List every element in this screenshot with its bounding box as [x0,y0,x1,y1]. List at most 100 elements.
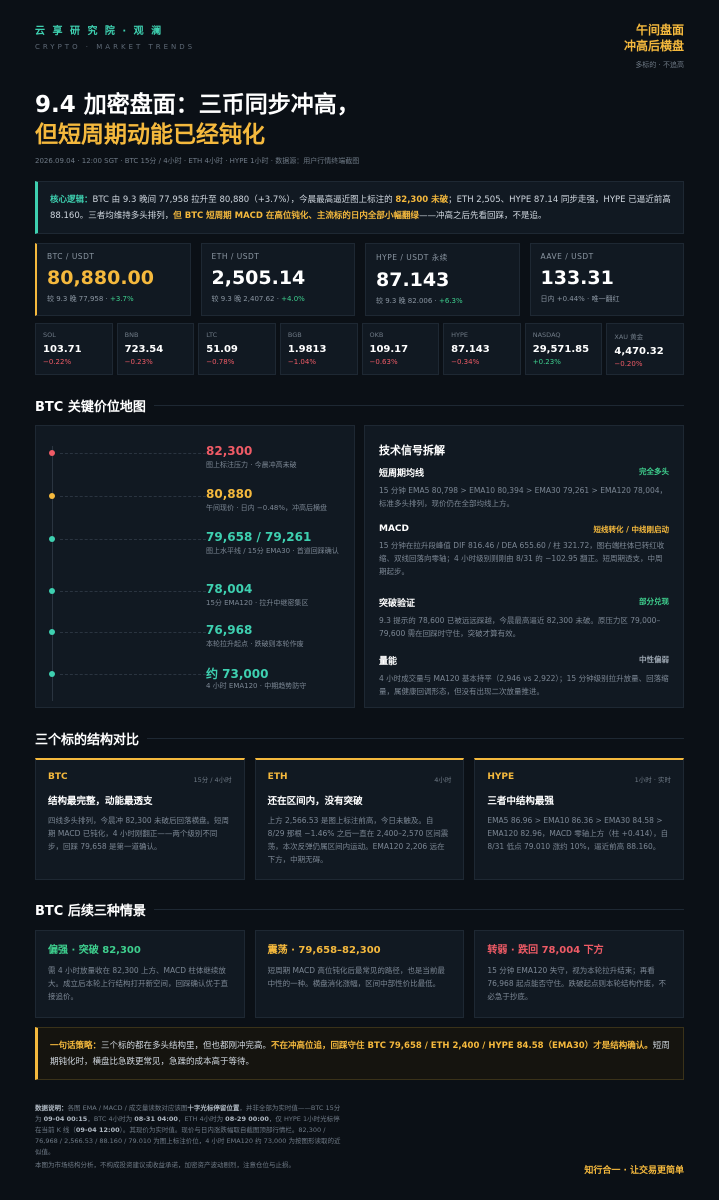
footer-slogan: 知行合一 · 让交易更简单 [584,1166,684,1176]
price-ref: 较 9.3 晚 82.006 · [376,297,439,305]
price-level-map: 82,300 图上标注压力 · 今晨冲高未破 80,880 午间现价 · 日内 … [35,425,355,708]
ticker-card-hype[interactable]: HYPE 87.143 −0.34% [443,323,521,375]
ticker-change: −1.04% [287,358,316,366]
level-dash [60,632,206,633]
price-change: 较 9.3 晚 2,407.62 · +4.0% [212,294,345,304]
ticker-card-xau[interactable]: XAU 黄金 4,470.32 −0.20% [606,323,684,375]
price-value: 87.143 [376,269,450,291]
level-dot [49,493,55,499]
market-ticker-cards: SOL 103.71 −0.22% BNB 723.54 −0.23% LTC 51.09… [35,323,684,375]
section-header-price-map: BTC 关键价位地图 [35,396,684,416]
technical-signals-panel: 技术信号拆解 短周期均线 完全多头 15 分钟 EMA5 80,798 > EM… [364,425,684,708]
strategy-highlight: 不在冲高位追，回踩守住 BTC 79,658 / ETH 2,400 / HYP… [271,1041,653,1051]
signal-name: 突破验证 [379,599,416,609]
core-logic-highlight2: 但 BTC 短周期 MACD 在高位钝化、主流标的日内全部小幅翻绿 [173,211,419,221]
data-note-text: ，ETH 4小时为 [177,1115,226,1123]
scenario-title: 震荡 · 79,658–82,300 [267,945,381,956]
scenario-bullish: 偏强 · 突破 82,300 需 4 小时放量收在 82,300 上方、MACD… [35,930,245,1018]
ticker-name: HYPE [451,331,469,339]
core-logic-box: 核心逻辑：BTC 由 9.3 晚间 77,958 拉升至 80,880（+3.7… [35,181,684,234]
ticker-card-ltc[interactable]: LTC 51.09 −0.78% [198,323,276,375]
strategy-box: 一句话策略：三个标的都在多头结构里，但也都刚冲完高。不在冲高位追，回踩守住 BT… [35,1027,684,1080]
brand-name: 云 享 研 究 院 · 观 澜 [35,26,164,37]
data-note: 数据说明：各图 EMA / MACD / 成交量读数对应该图十字光标停留位置，并… [35,1103,345,1171]
ticker-card-sol[interactable]: SOL 103.71 −0.22% [35,323,113,375]
signal-tag: 中性偏弱 [639,655,669,664]
signal-name: 量能 [379,657,398,667]
ticker-change: −0.23% [124,358,153,366]
compare-body: 四线多头排列，今晨冲 82,300 未破后回落横盘。短周期 MACD 已钝化，4… [48,816,230,851]
scenario-body: 需 4 小时放量收在 82,300 上方、MACD 柱体继续放大。成立后本轮上行… [48,966,228,1001]
ticker-card-bgb[interactable]: BGB 1.9813 −1.04% [279,323,358,375]
price-card-btc[interactable]: BTC / USDT 80,880.00 较 9.3 晚 77,958 · +3… [35,243,191,316]
level-desc: 15分 EMA120 · 拉升中继密集区 [206,599,309,607]
pair-label: BTC / USDT [47,252,95,261]
ticker-name: BGB [287,331,302,339]
ticker-name: NASDAQ [532,331,561,339]
level-dash [60,539,206,540]
ticker-price: 4,470.32 [614,346,664,357]
compare-timeframe: 4小时 [434,776,452,784]
price-change: 日内 +0.44% · 唯一翻红 [540,295,620,303]
section-title: BTC 后续三种情景 [35,900,154,919]
data-note-bold: 08-29 00:00 [225,1115,269,1123]
ticker-change: −0.22% [43,358,72,366]
ticker-name: XAU 黄金 [614,333,644,341]
pair-label: HYPE / USDT 永续 [376,253,448,262]
report-meta: 2026.09.04 · 12:00 SGT · BTC 15分 / 4小时 ·… [35,157,360,165]
compare-card-hype: HYPE 1小时 · 实时 三者中结构最强 EMA5 86.96 > EMA10… [474,758,685,880]
level-dot [49,588,55,594]
compare-card-btc: BTC 15分 / 4小时 结构最完整，动能最透支 四线多头排列，今晨冲 82,… [35,758,245,880]
signal-text: 15 分钟 EMA5 80,798 > EMA10 80,394 > EMA30… [379,486,668,508]
ticker-change: −0.34% [451,358,480,366]
ticker-card-nasdaq[interactable]: NASDAQ 29,571.85 +0.23% [524,323,603,375]
signal-ma: 短周期均线 完全多头 15 分钟 EMA5 80,798 > EMA10 80,… [379,466,669,510]
signal-volume: 量能 中性偏弱 4 小时成交量与 MA120 基本持平（2,946 vs 2,9… [379,654,669,698]
price-change: 较 9.3 晚 77,958 · +3.7% [47,294,180,304]
scenario-body: 15 分钟 EMA120 失守，视为本轮拉升结束；再看 76,968 起点能否守… [487,966,666,1001]
data-note-label: 数据说明： [35,1104,68,1112]
page-title-line2: 但短周期动能已经钝化 [35,122,265,148]
level-desc: 图上水平线 / 15分 EMA30 · 首道回踩确认 [206,547,339,555]
signal-text: 9.3 提示的 78,600 已被远远踩越，今晨最高逼近 82,300 未破。原… [379,616,661,638]
ticker-change: −0.20% [614,360,643,368]
data-note-bold: 十字光标停留位置 [187,1104,240,1112]
signal-text: 4 小时成交量与 MA120 基本持平（2,946 vs 2,922）；15 分… [379,674,669,696]
price-card-hype[interactable]: HYPE / USDT 永续 87.143 较 9.3 晚 82.006 · +… [365,243,520,316]
ticker-name: OKB [369,331,384,339]
level-price: 80,880 [206,487,253,501]
signal-breakout: 突破验证 部分兑现 9.3 提示的 78,600 已被远远踩越，今晨最高逼近 8… [379,596,669,640]
compare-headline: 三者中结构最强 [487,796,554,807]
ticker-name: SOL [43,331,56,339]
compare-timeframe: 1小时 · 实时 [634,776,672,784]
price-level-80880: 80,880 午间现价 · 日内 −0.48%，冲高后横盘 [46,487,346,527]
ticker-change: −0.78% [206,358,235,366]
level-dot [49,671,55,677]
report-page: 云 享 研 究 院 · 观 澜 CRYPTO · MARKET TRENDS 午… [0,0,719,1200]
ticker-name: BNB [124,331,139,339]
strategy-text1: 三个标的都在多头结构里，但也都刚冲完高。 [101,1041,272,1051]
price-change-pct: +4.0% [281,295,305,303]
core-logic-text1: BTC 由 9.3 晚间 77,958 拉升至 80,880（+3.7%），今晨… [92,195,396,205]
disclaimer: 本图为市场结构分析，不构成投资建议或收益承诺，加密资产波动剧烈，注意仓位与止损。 [35,1161,295,1169]
price-card-eth[interactable]: ETH / USDT 2,505.14 较 9.3 晚 2,407.62 · +… [200,243,355,316]
level-price: 78,004 [206,582,253,596]
scenario-range: 震荡 · 79,658–82,300 短周期 MACD 高位钝化后最常见的路径，… [254,930,465,1018]
ticker-card-okb[interactable]: OKB 109.17 −0.63% [361,323,440,375]
level-desc: 本轮拉升起点 · 跌破则本轮作废 [206,640,304,648]
level-desc: 4 小时 EMA120 · 中期趋势防守 [206,682,307,690]
price-card-aave[interactable]: AAVE / USDT 133.31 日内 +0.44% · 唯一翻红 [529,243,684,316]
signal-text: 15 分钟在拉升段峰值 DIF 816.46 / DEA 655.60 / 柱 … [379,541,665,576]
data-note-bold: 09-04 12:00 [75,1126,120,1134]
ticker-change: +0.23% [532,358,561,366]
signal-tag: 部分兑现 [639,597,669,606]
level-dot [49,536,55,542]
price-ref: 较 9.3 晚 2,407.62 · [211,295,282,303]
header-tag-line1: 午间盘面 [635,23,684,37]
ticker-card-bnb[interactable]: BNB 723.54 −0.23% [116,323,195,375]
signal-tag: 短线转化 / 中线刚启动 [593,525,669,534]
price-level-82300: 82,300 图上标注压力 · 今晨冲高未破 [46,444,346,484]
data-note-text: ，BTC 4小时为 [87,1115,135,1123]
signals-title: 技术信号拆解 [379,444,445,457]
ticker-price: 1.9813 [287,344,327,355]
